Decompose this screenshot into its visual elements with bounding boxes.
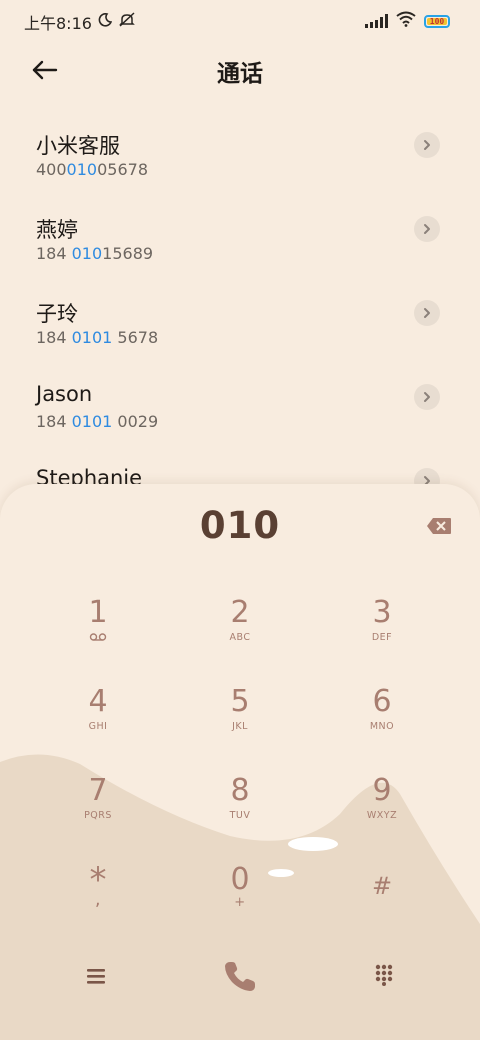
call-button[interactable] xyxy=(220,956,260,996)
status-left: 上午8:16 xyxy=(24,10,136,34)
chevron-right-icon xyxy=(424,392,430,402)
key-hash[interactable]: # xyxy=(312,863,452,943)
key-digit: 6 xyxy=(372,684,392,719)
delete-button[interactable] xyxy=(426,516,452,536)
mute-icon xyxy=(118,12,136,32)
key-9[interactable]: 9 WXYZ xyxy=(312,774,452,854)
key-digit: # xyxy=(371,872,393,900)
contact-name: 小米客服 xyxy=(36,134,120,158)
header: 通话 xyxy=(0,48,480,92)
page-title: 通话 xyxy=(217,61,263,87)
key-digit: 7 xyxy=(88,773,108,808)
key-star[interactable]: * , xyxy=(28,863,168,943)
key-0[interactable]: 0 + xyxy=(170,863,310,943)
backspace-icon xyxy=(427,518,451,534)
chevron-right-icon xyxy=(424,308,430,318)
contact-name: 子玲 xyxy=(36,302,78,326)
key-digit: 5 xyxy=(230,684,250,719)
keypad-toggle-button[interactable] xyxy=(372,962,396,986)
key-digit: 1 xyxy=(88,595,108,630)
key-2[interactable]: 2 ABC xyxy=(170,596,310,676)
battery-icon: 100 xyxy=(424,14,450,28)
contact-detail-button[interactable] xyxy=(414,216,440,242)
contact-number: 184 01015689 xyxy=(36,244,154,263)
key-4[interactable]: 4 GHI xyxy=(28,685,168,765)
contact-name: 燕婷 xyxy=(36,218,78,242)
contact-item[interactable]: 子玲 184 0101 5678 xyxy=(0,288,480,372)
key-letters: WXYZ xyxy=(366,810,398,821)
contact-item[interactable]: 燕婷 184 01015689 xyxy=(0,204,480,288)
contact-name: Jason xyxy=(36,382,93,406)
contact-list: 小米客服 40001005678 燕婷 184 01015689 子玲 184 … xyxy=(0,120,480,540)
key-letters: GHI xyxy=(88,721,108,732)
contact-number: 184 0101 0029 xyxy=(36,412,159,431)
moon-icon xyxy=(98,13,113,31)
voicemail-icon xyxy=(28,632,168,645)
key-digit: 8 xyxy=(230,773,250,808)
key-letters: MNO xyxy=(369,721,395,732)
contact-detail-button[interactable] xyxy=(414,300,440,326)
key-letters: JKL xyxy=(232,721,248,732)
status-time: 上午8:16 xyxy=(24,14,92,33)
contact-number: 40001005678 xyxy=(36,160,148,179)
key-letters: TUV xyxy=(229,810,251,821)
contact-detail-button[interactable] xyxy=(414,132,440,158)
key-6[interactable]: 6 MNO xyxy=(312,685,452,765)
key-digit: 4 xyxy=(88,684,108,719)
menu-icon xyxy=(87,969,105,984)
key-1[interactable]: 1 xyxy=(28,596,168,676)
dialed-number: 010 xyxy=(199,504,281,547)
menu-button[interactable] xyxy=(84,964,108,988)
signal-icon xyxy=(365,14,388,28)
contact-item[interactable]: Jason 184 0101 0029 xyxy=(0,372,480,456)
contact-detail-button[interactable] xyxy=(414,384,440,410)
dial-panel: 010 1 2 ABC 3 DEF 4 GHI 5 JKL 6 MNO 7 PQ… xyxy=(0,484,480,1040)
key-digit: 2 xyxy=(230,595,250,630)
key-letters: + xyxy=(234,895,246,910)
key-letters: DEF xyxy=(371,632,393,643)
key-5[interactable]: 5 JKL xyxy=(170,685,310,765)
status-right: 100 xyxy=(365,11,450,31)
wifi-icon xyxy=(396,11,416,31)
contact-number: 184 0101 5678 xyxy=(36,328,159,347)
status-bar: 上午8:16 100 xyxy=(0,0,480,40)
chevron-right-icon xyxy=(424,140,430,150)
battery-level: 100 xyxy=(429,16,445,26)
key-3[interactable]: 3 DEF xyxy=(312,596,452,676)
key-letters: ABC xyxy=(229,632,251,643)
dialer-bottom-bar xyxy=(0,954,480,1014)
key-digit: 9 xyxy=(372,773,392,808)
key-digit: 0 xyxy=(230,862,250,897)
key-letters: PQRS xyxy=(84,810,112,821)
key-digit: 3 xyxy=(372,595,392,630)
dialpad-icon xyxy=(375,964,393,986)
key-7[interactable]: 7 PQRS xyxy=(28,774,168,854)
phone-icon xyxy=(225,962,255,991)
contact-item[interactable]: 小米客服 40001005678 xyxy=(0,120,480,204)
chevron-right-icon xyxy=(424,224,430,234)
key-letters: , xyxy=(94,889,102,910)
key-8[interactable]: 8 TUV xyxy=(170,774,310,854)
